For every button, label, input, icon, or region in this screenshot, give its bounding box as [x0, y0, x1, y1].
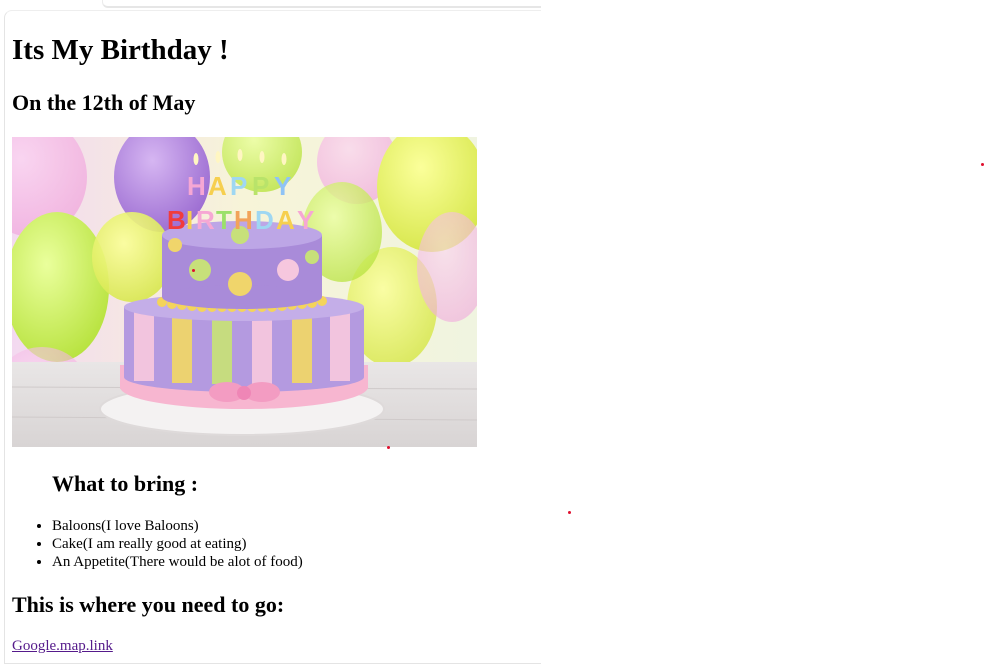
- what-to-bring-heading: What to bring :: [52, 471, 199, 496]
- marker-dot: [387, 446, 390, 449]
- location-heading: This is where you need to go:: [12, 592, 285, 617]
- bring-list: Baloons(I love Baloons) Cake(I am really…: [12, 517, 303, 571]
- marker-dot: [568, 511, 571, 514]
- marker-dot: [192, 269, 195, 272]
- svg-text:B: B: [167, 205, 186, 235]
- list-item: Baloons(I love Baloons): [52, 517, 303, 535]
- svg-text:D: D: [255, 205, 274, 235]
- svg-text:T: T: [216, 205, 232, 235]
- page-title: Its My Birthday !: [12, 34, 229, 66]
- svg-text:H: H: [187, 171, 206, 201]
- svg-text:P: P: [252, 171, 269, 201]
- svg-text:P: P: [230, 171, 247, 201]
- marker-dot: [981, 163, 984, 166]
- browser-tab-strip: [102, 0, 541, 8]
- svg-text:A: A: [208, 171, 227, 201]
- svg-text:Y: Y: [274, 171, 291, 201]
- svg-text:R: R: [196, 205, 215, 235]
- list-item: Cake(I am really good at eating): [52, 535, 303, 553]
- list-item: An Appetite(There would be alot of food): [52, 553, 303, 571]
- page-subtitle: On the 12th of May: [12, 90, 196, 115]
- birthday-cake-image: H A P P Y B I R T H D A Y: [12, 137, 477, 447]
- svg-text:Y: Y: [297, 205, 314, 235]
- svg-text:I: I: [186, 205, 193, 235]
- google-map-link[interactable]: Google.map.link: [12, 638, 113, 655]
- svg-text:H: H: [234, 205, 253, 235]
- svg-text:A: A: [276, 205, 295, 235]
